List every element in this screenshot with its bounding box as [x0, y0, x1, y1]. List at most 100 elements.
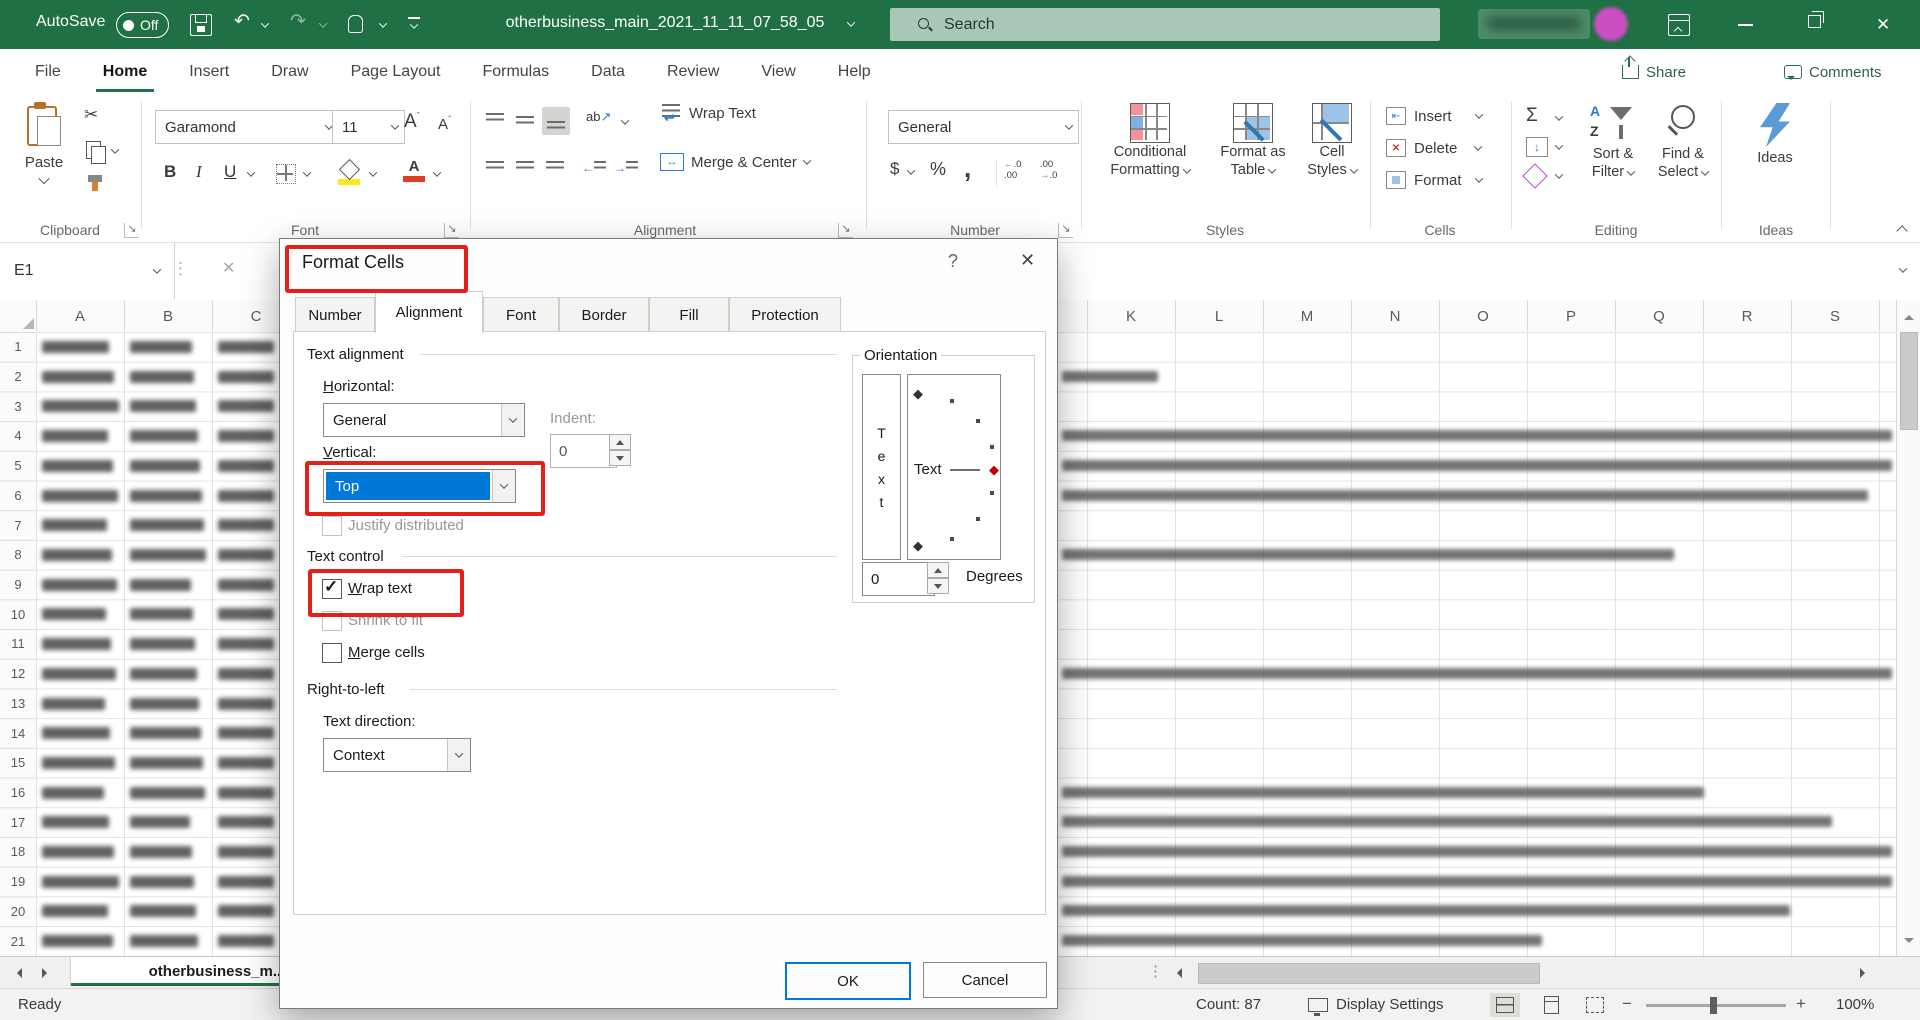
dialog-close-button[interactable]: ✕: [1020, 250, 1035, 271]
orientation-icon[interactable]: ab↗: [586, 109, 611, 125]
comma-style-icon[interactable]: ,: [964, 153, 971, 184]
align-right-icon[interactable]: [546, 161, 564, 172]
ok-button[interactable]: OK: [785, 962, 911, 1000]
decrease-decimal-icon[interactable]: .00→.0: [1040, 159, 1057, 181]
orientation-handle[interactable]: ◆: [913, 387, 923, 400]
degrees-spin-up-icon[interactable]: [927, 562, 949, 578]
tab-formulas[interactable]: Formulas: [461, 49, 570, 95]
touch-mode-icon[interactable]: [348, 15, 363, 33]
cut-icon[interactable]: ✂: [84, 105, 98, 125]
fill-color-dropdown-icon[interactable]: [369, 168, 377, 176]
row-header-2[interactable]: 2: [0, 362, 36, 392]
zoom-out-icon[interactable]: −: [1622, 994, 1632, 1014]
decrease-indent-icon[interactable]: ←: [582, 159, 606, 177]
increase-indent-icon[interactable]: →: [614, 159, 638, 177]
title-dropdown-icon[interactable]: [847, 18, 855, 26]
tab-review[interactable]: Review: [646, 49, 740, 95]
dialog-help-button[interactable]: ?: [948, 251, 958, 272]
search-input[interactable]: Search: [890, 8, 1440, 41]
clear-dropdown-icon[interactable]: [1555, 170, 1563, 178]
row-header-1[interactable]: 1: [0, 332, 36, 362]
borders-icon[interactable]: [276, 164, 296, 184]
orientation-dropdown-icon[interactable]: [621, 116, 629, 124]
bold-icon[interactable]: B: [164, 162, 176, 182]
grid-right[interactable]: [1056, 332, 1896, 956]
font-name-combo[interactable]: Garamond: [155, 110, 339, 144]
alignment-dialog-launcher-icon[interactable]: ↘: [838, 223, 853, 238]
align-left-icon[interactable]: [486, 161, 504, 172]
view-page-break-icon[interactable]: [1580, 993, 1610, 1017]
share-button[interactable]: Share: [1622, 49, 1686, 95]
close-button[interactable]: ✕: [1876, 15, 1890, 35]
customize-qat-chevron-icon[interactable]: [410, 20, 418, 28]
zoom-level[interactable]: 100%: [1836, 996, 1874, 1013]
collapse-ribbon-icon[interactable]: [1896, 225, 1907, 236]
sheet-nav-right-icon[interactable]: [42, 968, 52, 978]
align-middle-icon[interactable]: [516, 116, 534, 124]
align-bottom-icon[interactable]: [542, 107, 570, 135]
paste-button[interactable]: Paste: [12, 100, 76, 210]
row-header-column[interactable]: 123456789101112131415161718192021: [0, 332, 37, 956]
row-header-9[interactable]: 9: [0, 570, 36, 600]
horizontal-dropdown-icon[interactable]: [501, 404, 524, 436]
customize-qat-icon[interactable]: [408, 17, 420, 19]
row-header-19[interactable]: 19: [0, 867, 36, 897]
save-icon[interactable]: [190, 14, 212, 36]
row-header-3[interactable]: 3: [0, 391, 36, 421]
comments-button[interactable]: Comments: [1784, 49, 1882, 95]
name-box-splitter-icon[interactable]: ⋮: [172, 259, 189, 279]
sheet-nav-left-icon[interactable]: [12, 968, 22, 978]
format-as-table-button[interactable]: Format asTable: [1210, 103, 1296, 179]
tab-help[interactable]: Help: [817, 49, 892, 95]
indent-input[interactable]: 0: [550, 434, 617, 468]
font-size-combo[interactable]: 11: [332, 110, 405, 144]
font-color-dropdown-icon[interactable]: [433, 168, 441, 176]
row-header-16[interactable]: 16: [0, 778, 36, 808]
row-header-8[interactable]: 8: [0, 540, 36, 570]
autosum-dropdown-icon[interactable]: [1555, 112, 1563, 120]
touch-mode-dropdown-icon[interactable]: [379, 19, 387, 27]
copy-dropdown-icon[interactable]: [111, 145, 119, 153]
zoom-slider-thumb[interactable]: [1710, 997, 1717, 1014]
autosum-icon[interactable]: Σ: [1526, 105, 1538, 127]
degrees-spin-down-icon[interactable]: [927, 578, 949, 594]
fill-icon[interactable]: ↓: [1526, 137, 1548, 157]
name-box[interactable]: E1: [0, 243, 175, 299]
row-header-10[interactable]: 10: [0, 599, 36, 629]
grow-font-icon[interactable]: Aˆ: [404, 111, 420, 133]
ribbon-display-options-icon[interactable]: [1668, 14, 1690, 36]
clear-icon[interactable]: [1522, 163, 1547, 188]
user-name-blurred[interactable]: [1478, 9, 1590, 39]
zoom-in-icon[interactable]: +: [1796, 994, 1806, 1014]
row-header-18[interactable]: 18: [0, 837, 36, 867]
tab-insert[interactable]: Insert: [168, 49, 250, 95]
delete-cells-button[interactable]: ✕ Delete: [1386, 139, 1481, 157]
format-cells-button[interactable]: Format: [1386, 171, 1482, 189]
font-dialog-launcher-icon[interactable]: ↘: [444, 223, 459, 238]
vertical-scrollbar[interactable]: [1896, 300, 1920, 956]
tab-home[interactable]: Home: [82, 49, 168, 95]
dialog-tab-fill[interactable]: Fill: [649, 297, 729, 334]
number-dialog-launcher-icon[interactable]: ↘: [1058, 223, 1073, 238]
row-header-14[interactable]: 14: [0, 718, 36, 748]
dialog-tab-font[interactable]: Font: [483, 297, 559, 334]
merge-center-button[interactable]: ↔ Merge & Center: [660, 153, 810, 171]
orientation-vertical-box[interactable]: Text: [862, 374, 901, 560]
tab-view[interactable]: View: [740, 49, 816, 95]
indent-spin-down-icon[interactable]: [609, 450, 631, 466]
undo-dropdown-icon[interactable]: [261, 19, 269, 27]
cancel-button[interactable]: Cancel: [923, 962, 1047, 998]
percent-icon[interactable]: %: [930, 159, 946, 180]
align-top-icon[interactable]: [486, 113, 504, 121]
expand-formula-bar-icon[interactable]: [1899, 264, 1907, 272]
row-header-12[interactable]: 12: [0, 659, 36, 689]
increase-decimal-icon[interactable]: ←.0.00: [1004, 159, 1021, 181]
tab-draw[interactable]: Draw: [250, 49, 329, 95]
display-settings-label[interactable]: Display Settings: [1336, 996, 1444, 1013]
row-header-15[interactable]: 15: [0, 748, 36, 778]
shrink-font-icon[interactable]: Aˇ: [438, 115, 451, 133]
italic-icon[interactable]: I: [196, 162, 202, 182]
underline-dropdown-icon[interactable]: [247, 168, 255, 176]
dialog-tab-border[interactable]: Border: [559, 297, 649, 334]
undo-icon[interactable]: ↶: [234, 10, 250, 33]
